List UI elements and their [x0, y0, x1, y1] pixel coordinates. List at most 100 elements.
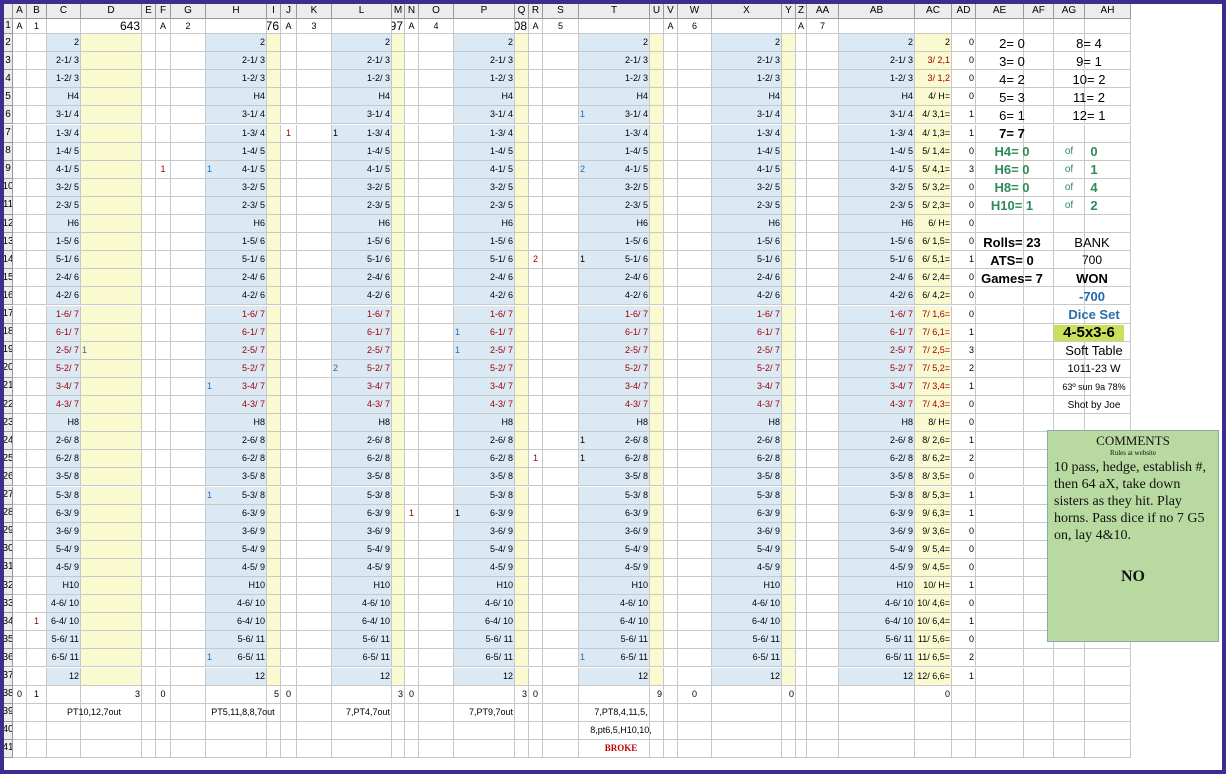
- cell[interactable]: [419, 323, 454, 342]
- roll-label[interactable]: 3-2/ 5: [712, 178, 782, 197]
- roll-entry[interactable]: [81, 215, 142, 234]
- stat-label[interactable]: 11/ 5,6=: [915, 631, 952, 650]
- cell[interactable]: [13, 178, 27, 197]
- roll-label[interactable]: 12: [579, 667, 650, 686]
- cell[interactable]: [171, 52, 206, 71]
- cell[interactable]: [419, 341, 454, 360]
- roll-label[interactable]: H4: [206, 88, 267, 107]
- column-header-T[interactable]: T: [579, 4, 650, 19]
- roll-entry[interactable]: [515, 305, 529, 324]
- roll-entry[interactable]: [81, 251, 142, 270]
- roll-label[interactable]: 4-3/ 7: [712, 396, 782, 415]
- cell[interactable]: [281, 34, 297, 53]
- cell[interactable]: [156, 577, 171, 596]
- cell[interactable]: [807, 558, 839, 577]
- row-header-30[interactable]: 30: [4, 540, 13, 559]
- roll-label[interactable]: 2-1/ 3: [712, 52, 782, 71]
- cell[interactable]: [281, 468, 297, 487]
- game-summary[interactable]: 8,pt6,5,H10,10,: [579, 721, 664, 740]
- cell[interactable]: [1054, 685, 1085, 704]
- cell[interactable]: [796, 721, 807, 740]
- roll-entry[interactable]: [392, 595, 405, 614]
- cell[interactable]: [796, 577, 807, 596]
- cell[interactable]: [529, 305, 543, 324]
- cell[interactable]: [156, 106, 171, 125]
- roll-label[interactable]: 5-4/ 9: [839, 540, 915, 559]
- roll-entry[interactable]: [267, 341, 281, 360]
- cell[interactable]: [543, 160, 579, 179]
- cell[interactable]: [678, 613, 712, 632]
- cell[interactable]: [796, 703, 807, 722]
- cell[interactable]: [796, 359, 807, 378]
- roll-label[interactable]: 4-3/ 7: [454, 396, 515, 415]
- cell[interactable]: [297, 251, 332, 270]
- cell[interactable]: [529, 649, 543, 668]
- column-header-U[interactable]: U: [650, 4, 664, 19]
- cell[interactable]: [529, 34, 543, 53]
- cell[interactable]: [529, 88, 543, 107]
- roll-entry[interactable]: [515, 558, 529, 577]
- cell[interactable]: [664, 251, 678, 270]
- row-header-7[interactable]: 7: [4, 124, 13, 143]
- roll-label[interactable]: 2-1/ 3: [839, 52, 915, 71]
- cell[interactable]: [807, 341, 839, 360]
- cell[interactable]: [13, 215, 27, 234]
- cell[interactable]: [664, 377, 678, 396]
- stat-count[interactable]: 1: [952, 577, 976, 596]
- roll-label[interactable]: 2-5/ 7: [332, 341, 392, 360]
- cell[interactable]: [419, 269, 454, 288]
- cell[interactable]: [405, 142, 419, 161]
- stat-count[interactable]: 2: [952, 450, 976, 469]
- cell[interactable]: [529, 486, 543, 505]
- cell[interactable]: [419, 685, 454, 704]
- roll-entry[interactable]: [392, 631, 405, 650]
- roll-label[interactable]: 4-1/ 5: [332, 160, 392, 179]
- roll-label[interactable]: 6-4/ 10: [47, 613, 81, 632]
- cell[interactable]: [664, 287, 678, 306]
- roll-label[interactable]: 1-3/ 4: [579, 124, 650, 143]
- cell[interactable]: [156, 522, 171, 541]
- roll-entry[interactable]: [650, 34, 664, 53]
- cell[interactable]: [529, 558, 543, 577]
- cell[interactable]: [579, 19, 650, 34]
- row-header-12[interactable]: 12: [4, 215, 13, 234]
- roll-label[interactable]: 2-4/ 6: [839, 269, 915, 288]
- cell[interactable]: [543, 52, 579, 71]
- stat-count[interactable]: 0: [952, 468, 976, 487]
- cell[interactable]: [807, 486, 839, 505]
- column-header-H[interactable]: H: [206, 4, 267, 19]
- roll-label[interactable]: 6-3/ 9: [332, 504, 392, 523]
- roll-entry[interactable]: [392, 88, 405, 107]
- cell[interactable]: [807, 703, 839, 722]
- roll-entry[interactable]: [267, 414, 281, 433]
- cell[interactable]: [267, 739, 281, 758]
- cell[interactable]: [405, 178, 419, 197]
- cell[interactable]: [405, 52, 419, 71]
- row-header-15[interactable]: 15: [4, 269, 13, 288]
- roll-label[interactable]: 4-5/ 9: [332, 558, 392, 577]
- roll-entry[interactable]: [267, 396, 281, 415]
- roll-entry[interactable]: [392, 432, 405, 451]
- cell[interactable]: [281, 486, 297, 505]
- cell[interactable]: [142, 504, 156, 523]
- cell[interactable]: [419, 233, 454, 252]
- cell[interactable]: [297, 577, 332, 596]
- cell[interactable]: [171, 577, 206, 596]
- roll-label[interactable]: 2: [332, 34, 392, 53]
- cell[interactable]: [27, 70, 47, 89]
- roll-label[interactable]: 1-6/ 7: [206, 305, 267, 324]
- roll-label[interactable]: 12: [712, 667, 782, 686]
- cell[interactable]: [281, 377, 297, 396]
- cell[interactable]: [796, 142, 807, 161]
- cell[interactable]: [678, 703, 712, 722]
- cell[interactable]: [419, 631, 454, 650]
- cell[interactable]: [419, 377, 454, 396]
- roll-entry[interactable]: [267, 504, 281, 523]
- cell[interactable]: [171, 685, 206, 704]
- cell[interactable]: [419, 739, 454, 758]
- cell[interactable]: [171, 106, 206, 125]
- roll-label[interactable]: 2-3/ 5: [712, 196, 782, 215]
- roll-entry[interactable]: [515, 178, 529, 197]
- stat-count[interactable]: 0: [952, 88, 976, 107]
- roll-label[interactable]: 2-6/ 8: [206, 432, 267, 451]
